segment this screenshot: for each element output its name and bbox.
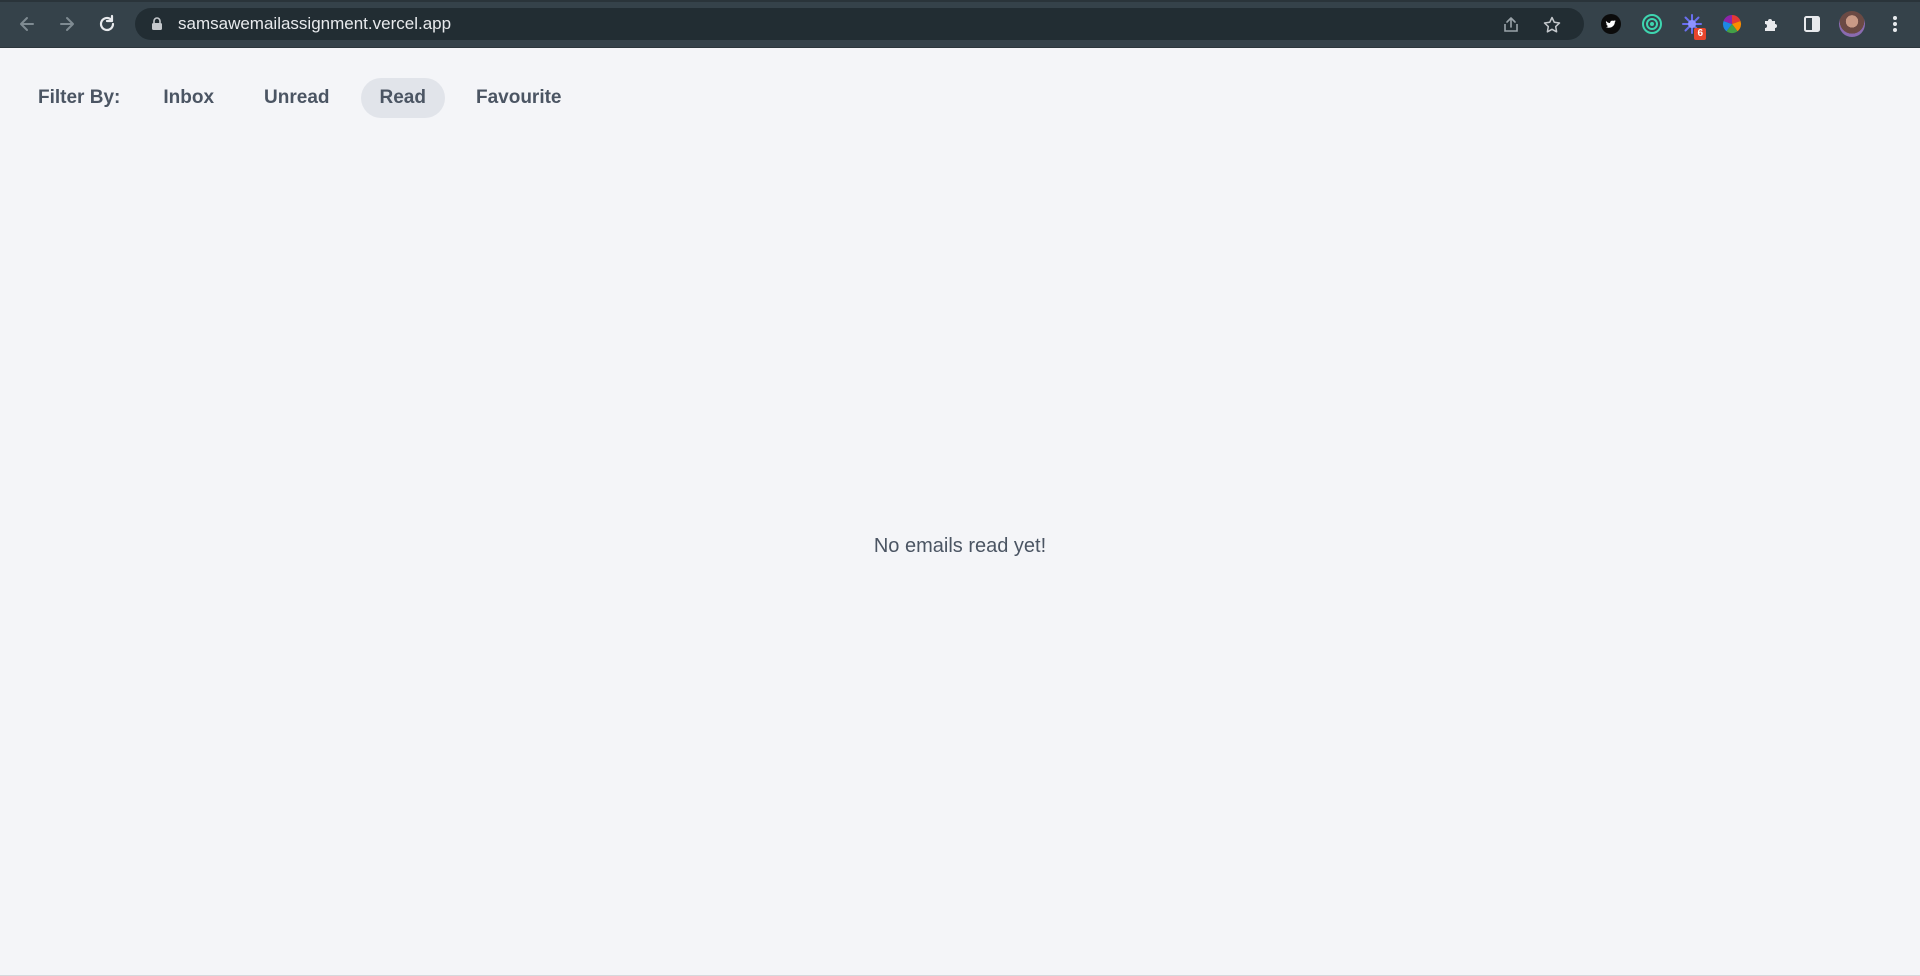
email-app-page: Filter By: Inbox Unread Read Favourite N… — [0, 48, 1920, 976]
url-text: samsawemailassignment.vercel.app — [178, 14, 452, 33]
tab-strip-edge — [0, 0, 1920, 2]
lock-icon — [152, 17, 162, 30]
burst-extension[interactable]: 6 — [1680, 12, 1706, 40]
share-icon[interactable] — [1501, 15, 1521, 35]
side-panel-icon — [1804, 16, 1820, 32]
star-icon[interactable] — [1542, 15, 1562, 35]
color-wheel-icon — [1722, 14, 1742, 34]
filter-read-button[interactable]: Read — [360, 78, 445, 118]
filter-bar: Filter By: Inbox Unread Read Favourite — [38, 78, 593, 118]
extensions-button[interactable] — [1760, 12, 1784, 36]
back-arrow-icon — [20, 17, 34, 31]
profile-avatar[interactable] — [1839, 11, 1865, 37]
reload-icon — [99, 14, 115, 32]
browser-menu-button[interactable] — [1883, 12, 1907, 36]
filter-label: Filter By: — [38, 87, 121, 108]
filter-inbox-button[interactable]: Inbox — [144, 78, 233, 118]
color-extension[interactable] — [1720, 12, 1744, 36]
twitter-icon — [1601, 14, 1621, 34]
reload-button[interactable] — [93, 10, 121, 38]
empty-state-message: No emails read yet! — [873, 535, 1047, 557]
forward-arrow-icon — [60, 17, 74, 31]
filter-favourite-button[interactable]: Favourite — [457, 78, 581, 118]
side-panel-button[interactable] — [1800, 12, 1824, 36]
browser-toolbar: samsawemailassignment.vercel.app 6 — [0, 0, 1920, 48]
kebab-menu-icon — [1893, 16, 1897, 32]
address-bar[interactable]: samsawemailassignment.vercel.app — [135, 8, 1584, 40]
circle-target-icon — [1642, 14, 1662, 34]
forward-button[interactable] — [53, 10, 81, 38]
puzzle-icon — [1765, 19, 1777, 31]
back-button[interactable] — [13, 10, 41, 38]
extension-badge: 6 — [1694, 28, 1706, 40]
target-extension[interactable] — [1640, 12, 1664, 36]
filter-unread-button[interactable]: Unread — [245, 78, 348, 118]
twitter-extension[interactable] — [1599, 12, 1623, 36]
